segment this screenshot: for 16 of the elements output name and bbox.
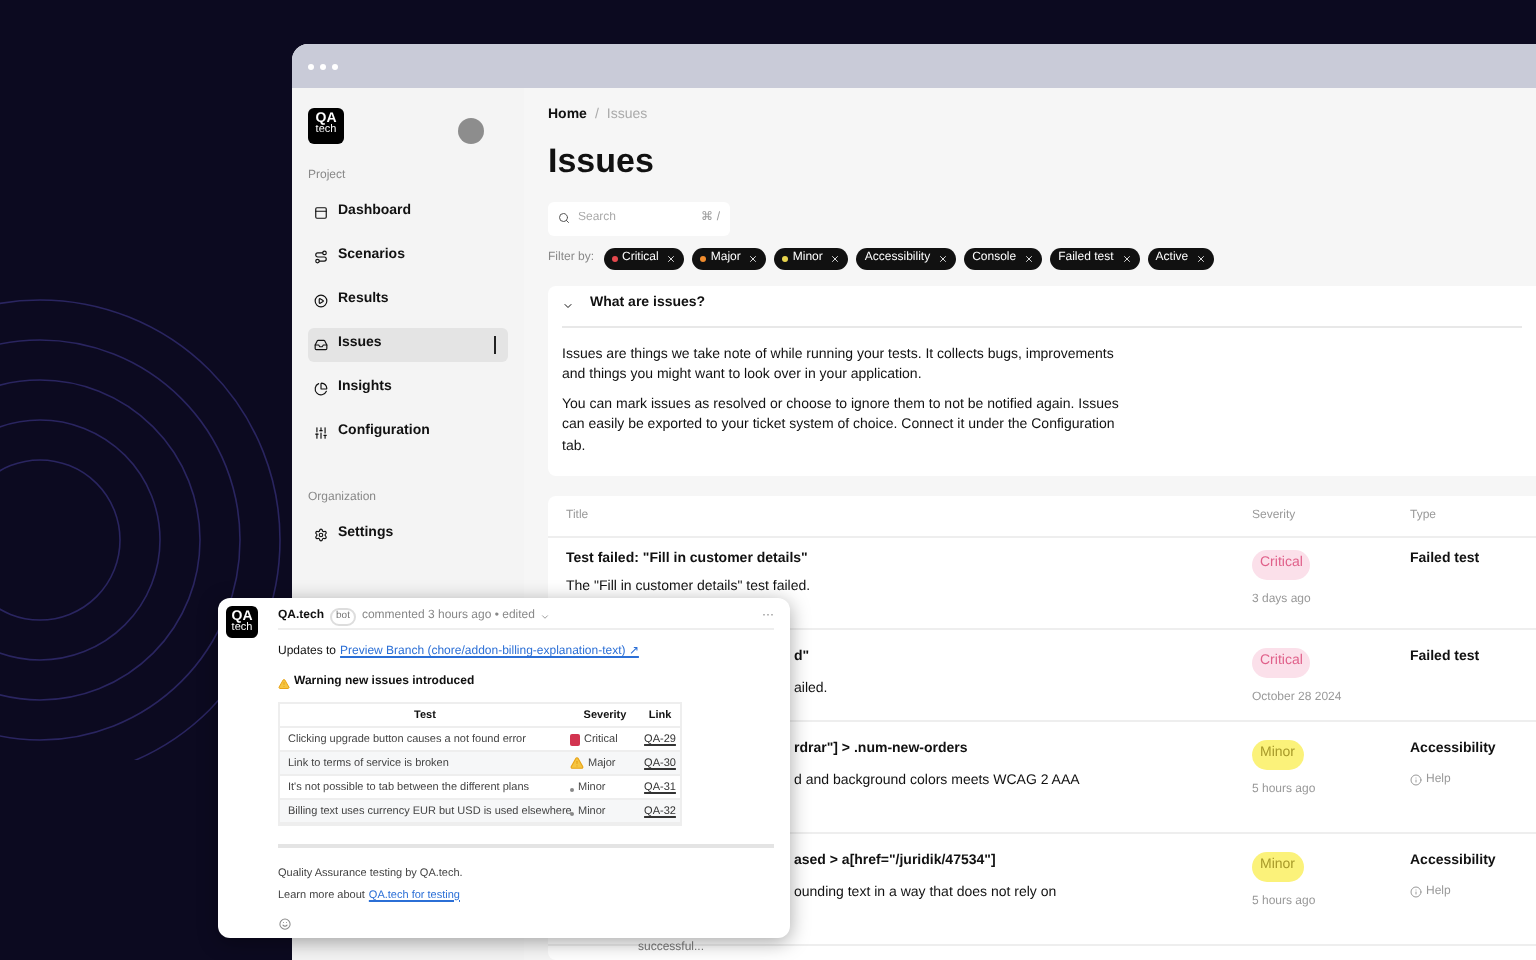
- chevron-icon: [562, 299, 574, 311]
- dashboard-icon: [314, 206, 328, 220]
- play-circle-icon: [314, 294, 328, 308]
- sliders-icon: [314, 426, 328, 440]
- inbox-icon: [314, 338, 328, 352]
- warning-icon: [278, 677, 290, 690]
- reaction-icon[interactable]: [278, 917, 292, 930]
- pie-chart-icon: [314, 382, 328, 396]
- info-icon: [1410, 886, 1422, 898]
- text-cursor-icon: [493, 336, 496, 354]
- avatar[interactable]: [458, 118, 484, 144]
- search-icon: [558, 212, 570, 224]
- page-title: Issues: [548, 139, 656, 183]
- route-icon: [314, 250, 328, 264]
- info-icon: [1410, 774, 1422, 786]
- settings-icon: [314, 528, 328, 542]
